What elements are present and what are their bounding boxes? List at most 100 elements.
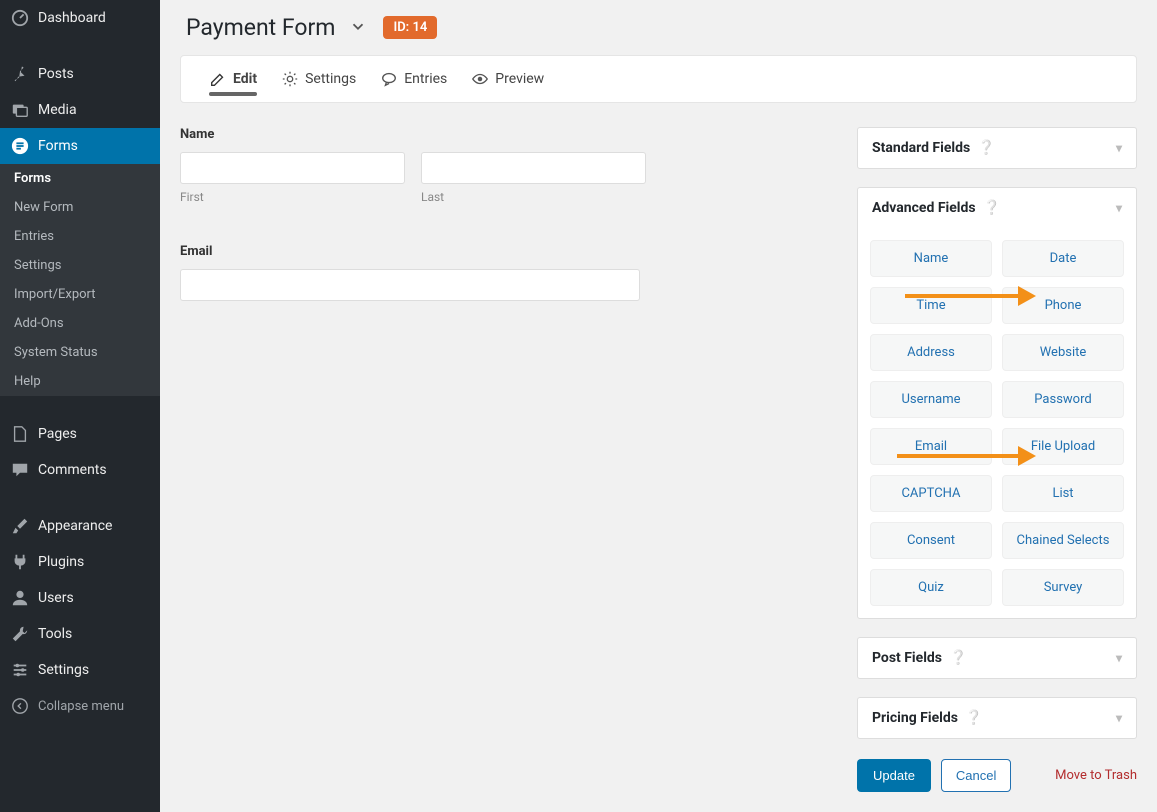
sub-import-export[interactable]: Import/Export [0, 280, 160, 309]
pricing-fields-section: Pricing Fields ❔ ▾ [857, 697, 1137, 739]
form-footer: Update Cancel Move to Trash [857, 759, 1137, 792]
sub-addons[interactable]: Add-Ons [0, 309, 160, 338]
sidebar-comments[interactable]: Comments [0, 452, 160, 488]
sidebar-label: Pages [38, 426, 77, 442]
move-to-trash-link[interactable]: Move to Trash [1055, 768, 1137, 783]
chevron-down-icon: ▾ [1116, 711, 1122, 725]
field-btn-password[interactable]: Password [1002, 381, 1124, 418]
standard-fields-toggle[interactable]: Standard Fields ❔ ▾ [858, 128, 1136, 168]
help-icon[interactable]: ❔ [978, 140, 995, 156]
advanced-field-grid: Name Date Time Phone Address Website Use… [870, 240, 1124, 606]
sidebar-forms-submenu: Forms New Form Entries Settings Import/E… [0, 164, 160, 396]
advanced-fields-section: Advanced Fields ❔ ▾ Name Date Time Phone… [857, 187, 1137, 619]
tab-label: Entries [404, 71, 447, 87]
sidebar-label: Plugins [38, 554, 84, 570]
first-name-input[interactable] [180, 152, 405, 184]
sidebar-label: Comments [38, 462, 107, 478]
sliders-icon [10, 660, 30, 680]
field-btn-quiz[interactable]: Quiz [870, 569, 992, 606]
tab-settings[interactable]: Settings [269, 56, 368, 102]
page-header: Payment Form ID: 14 [180, 0, 1137, 55]
user-icon [10, 588, 30, 608]
sub-forms[interactable]: Forms [0, 164, 160, 193]
sidebar-settings[interactable]: Settings [0, 652, 160, 688]
last-name-input[interactable] [421, 152, 646, 184]
sidebar-label: Collapse menu [38, 699, 124, 714]
field-btn-website[interactable]: Website [1002, 334, 1124, 371]
field-btn-time[interactable]: Time [870, 287, 992, 324]
email-input[interactable] [180, 269, 640, 301]
sidebar-plugins[interactable]: Plugins [0, 544, 160, 580]
tab-preview[interactable]: Preview [459, 56, 556, 102]
pricing-fields-toggle[interactable]: Pricing Fields ❔ ▾ [858, 698, 1136, 738]
post-fields-toggle[interactable]: Post Fields ❔ ▾ [858, 638, 1136, 678]
field-email[interactable]: Email [180, 244, 837, 301]
editor-body: Name First Last Email [180, 127, 1137, 792]
sidebar-posts[interactable]: Posts [0, 56, 160, 92]
update-button[interactable]: Update [857, 759, 931, 792]
field-btn-chained-selects[interactable]: Chained Selects [1002, 522, 1124, 559]
field-label: Email [180, 244, 837, 259]
field-btn-phone[interactable]: Phone [1002, 287, 1124, 324]
sidebar-collapse[interactable]: Collapse menu [0, 688, 160, 724]
eye-icon [471, 70, 489, 88]
sub-system-status[interactable]: System Status [0, 338, 160, 367]
tab-edit[interactable]: Edit [197, 56, 269, 102]
chevron-down-icon: ▾ [1116, 201, 1122, 215]
field-btn-consent[interactable]: Consent [870, 522, 992, 559]
tab-label: Settings [305, 71, 356, 87]
media-icon [10, 100, 30, 120]
panel-title: Advanced Fields [872, 200, 976, 216]
sub-new-form[interactable]: New Form [0, 193, 160, 222]
sidebar-dashboard[interactable]: Dashboard [0, 0, 160, 36]
sub-entries[interactable]: Entries [0, 222, 160, 251]
sidebar-label: Media [38, 102, 77, 118]
sidebar-label: Dashboard [38, 10, 106, 26]
tab-label: Edit [233, 71, 257, 87]
field-btn-captcha[interactable]: CAPTCHA [870, 475, 992, 512]
field-btn-username[interactable]: Username [870, 381, 992, 418]
sidebar-media[interactable]: Media [0, 92, 160, 128]
help-icon[interactable]: ❔ [949, 650, 966, 666]
sidebar-label: Users [38, 590, 74, 606]
field-btn-survey[interactable]: Survey [1002, 569, 1124, 606]
sub-settings[interactable]: Settings [0, 251, 160, 280]
advanced-fields-toggle[interactable]: Advanced Fields ❔ ▾ [858, 188, 1136, 228]
sidebar-forms[interactable]: Forms [0, 128, 160, 164]
chat-icon [380, 70, 398, 88]
post-fields-section: Post Fields ❔ ▾ [857, 637, 1137, 679]
chevron-down-icon: ▾ [1116, 141, 1122, 155]
sidebar-appearance[interactable]: Appearance [0, 508, 160, 544]
tab-label: Preview [495, 71, 544, 87]
sidebar-users[interactable]: Users [0, 580, 160, 616]
field-btn-name[interactable]: Name [870, 240, 992, 277]
chevron-down-icon: ▾ [1116, 651, 1122, 665]
tab-entries[interactable]: Entries [368, 56, 459, 102]
wrench-icon [10, 624, 30, 644]
help-icon[interactable]: ❔ [965, 710, 982, 726]
field-btn-date[interactable]: Date [1002, 240, 1124, 277]
form-canvas: Name First Last Email [180, 127, 837, 792]
field-btn-email[interactable]: Email [870, 428, 992, 465]
admin-sidebar: Dashboard Posts Media Forms Forms New Fo… [0, 0, 160, 812]
pin-icon [10, 64, 30, 84]
sidebar-pages[interactable]: Pages [0, 416, 160, 452]
comments-icon [10, 460, 30, 480]
sidebar-tools[interactable]: Tools [0, 616, 160, 652]
help-icon[interactable]: ❔ [983, 200, 1000, 216]
cancel-button[interactable]: Cancel [941, 759, 1011, 792]
form-switcher[interactable] [349, 17, 367, 39]
form-tabs: Edit Settings Entries Preview [180, 55, 1137, 103]
field-btn-list[interactable]: List [1002, 475, 1124, 512]
panel-title: Standard Fields [872, 140, 970, 156]
panel-title: Post Fields [872, 650, 942, 666]
field-name[interactable]: Name First Last [180, 127, 837, 204]
gear-icon [281, 70, 299, 88]
field-btn-file-upload[interactable]: File Upload [1002, 428, 1124, 465]
field-btn-address[interactable]: Address [870, 334, 992, 371]
field-label: Name [180, 127, 837, 142]
sub-help[interactable]: Help [0, 367, 160, 396]
page-title: Payment Form [186, 14, 335, 41]
sidebar-label: Settings [38, 662, 89, 678]
sidebar-label: Appearance [38, 518, 112, 534]
